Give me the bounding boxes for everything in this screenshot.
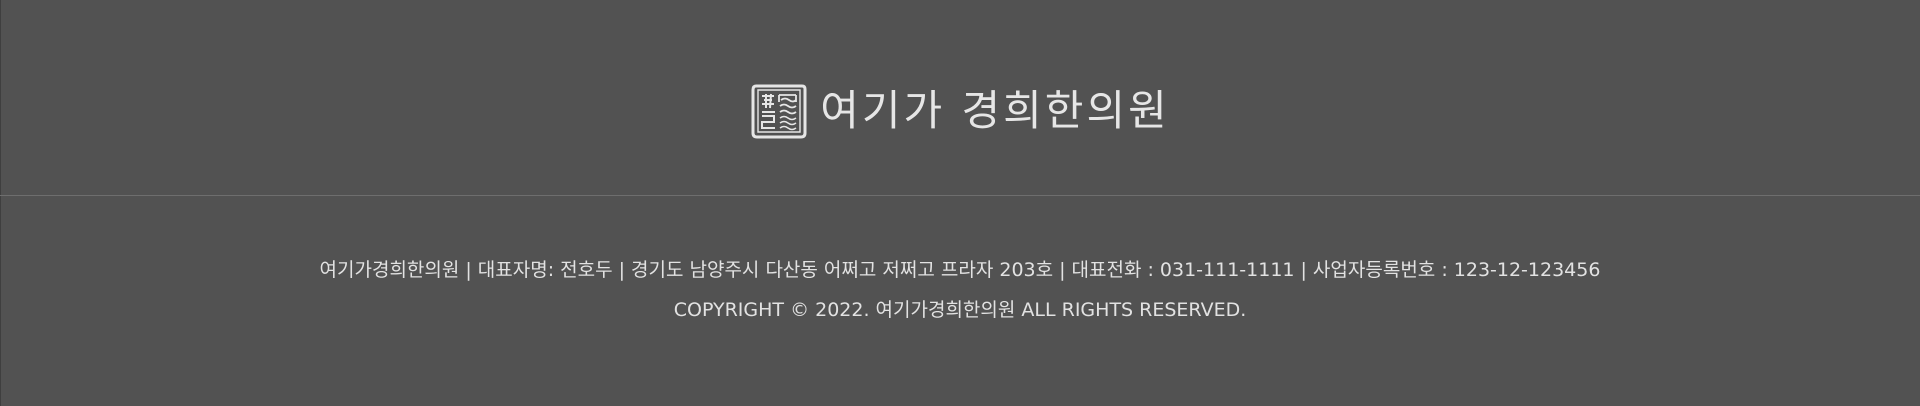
seal-stamp-icon	[751, 84, 807, 138]
clinic-name: 여기가경희한의원	[319, 259, 460, 281]
business-info-line: 여기가경희한의원 | 대표자명: 전호두 | 경기도 남양주시 다산동 어쩌고 저쩌고 …	[0, 256, 1920, 284]
home-logo-link[interactable]: 여기가 경희한의원	[750, 82, 1169, 140]
phone: 대표전화 : 031-111-1111	[1071, 259, 1295, 281]
footer: 여기가 경희한의원 여기가경희한의원 | 대표자명: 전호두 | 경기도 남양주시 다산…	[0, 0, 1920, 406]
separator: |	[465, 259, 472, 281]
business-number: 사업자등록번호 : 123-12-123456	[1312, 259, 1601, 281]
address: 경기도 남양주시 다산동 어쩌고 저쩌고 프라자 203호	[631, 259, 1054, 281]
separator: |	[1300, 259, 1307, 281]
logo-area: 여기가 경희한의원	[0, 0, 1920, 195]
separator: |	[1059, 259, 1066, 281]
representative: 대표자명: 전호두	[477, 259, 613, 281]
footer-divider	[0, 195, 1920, 196]
copyright: COPYRIGHT © 2022. 여기가경희한의원 ALL RIGHTS RE…	[673, 299, 1247, 321]
brand-name: 여기가 경희한의원	[820, 85, 1170, 135]
separator: |	[618, 259, 625, 281]
